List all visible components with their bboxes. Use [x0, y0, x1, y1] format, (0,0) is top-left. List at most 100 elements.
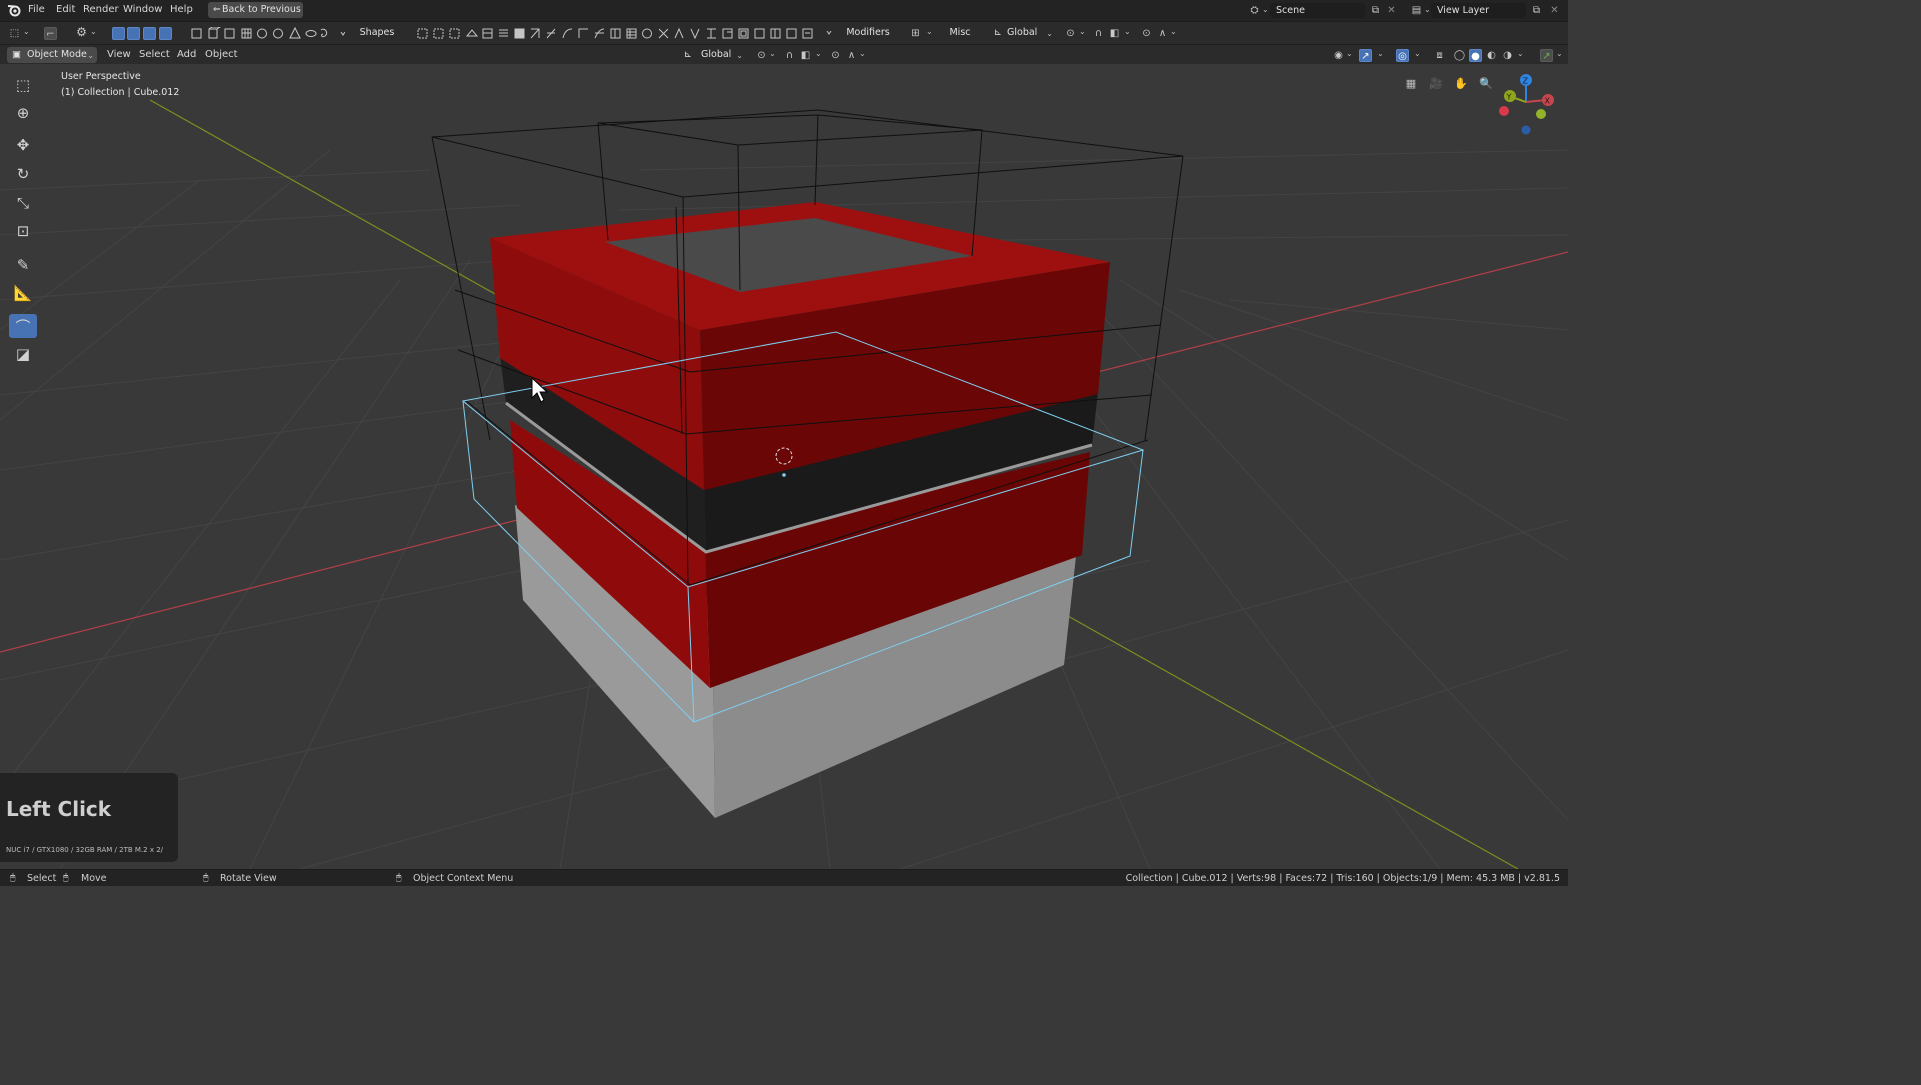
view-layer-label: View Layer [1437, 5, 1490, 16]
chevron-down-icon: ⌄ [859, 49, 866, 58]
cursor-tool[interactable]: ⊕ [9, 101, 37, 125]
viewport-menu-select[interactable]: Select [139, 49, 170, 60]
menu-render[interactable]: Render [83, 4, 119, 15]
new-view-layer-icon[interactable]: ⧉ [1530, 4, 1543, 17]
3d-viewport[interactable]: Z X Y User Perspective (1) Collection | … [0, 64, 1568, 869]
gear-icon[interactable]: ⚙ [75, 26, 88, 39]
select-box-tool[interactable]: ⬚ [9, 73, 37, 97]
view-layer-browse-icon[interactable]: ▤ [1410, 4, 1423, 17]
mouse-icon: 🖱 [63, 873, 69, 883]
keycast-specs: NUC i7 / GTX1080 / 32GB RAM / 2TB M.2 x … [6, 846, 164, 854]
view-layer-field[interactable]: View Layer [1431, 3, 1526, 18]
visibility-icon[interactable]: ◉ [1332, 49, 1345, 62]
scene-label: Scene [1276, 5, 1305, 16]
viewport-menu-add[interactable]: Add [177, 49, 196, 60]
viewport-orientation-label: Global [701, 49, 732, 60]
falloff-icon[interactable]: ∧ [845, 49, 858, 62]
gizmo-y-label: Y [1506, 93, 1512, 102]
viewport-orientation-dropdown[interactable]: ⊾ Global ⌄ [680, 47, 746, 63]
active-tool-icon[interactable]: ⌐ [44, 27, 57, 40]
gizmo-x-label: X [1545, 97, 1551, 106]
material-shading-icon[interactable]: ◐ [1485, 49, 1498, 62]
delete-view-layer-icon[interactable]: ✕ [1548, 4, 1561, 17]
move-tool[interactable]: ✥ [9, 133, 37, 157]
scene-browse-icon[interactable]: ⛭ [1248, 4, 1261, 17]
gizmo-toggle-icon[interactable]: ↗ [1359, 49, 1372, 62]
chevron-down-icon: ⌄ [90, 27, 97, 36]
select-mode-subtract-button[interactable] [143, 27, 156, 40]
orientation-icon: ⊾ [684, 49, 692, 60]
annotate-tool[interactable]: ✎ [9, 253, 37, 277]
tool-settings-bar: ⬚ ⌄ ⌐ ⚙ ⌄ Shapes Modifiers ⊞ ⌄ Misc ⊾ Gl… [0, 21, 1568, 44]
keycast-action: Left Click [6, 797, 112, 821]
xray-toggle-icon[interactable]: ⧈ [1433, 49, 1446, 62]
chevron-down-icon: ⌄ [1377, 49, 1384, 58]
chevron-down-icon: ⌄ [736, 51, 743, 60]
shear-tool[interactable]: ⌒ [9, 314, 37, 338]
editor-sidebar-icon[interactable]: ↗ [1540, 49, 1553, 62]
misc-button[interactable]: Misc [944, 25, 976, 41]
scale-icon: ⤡ [16, 194, 29, 212]
chevron-down-icon: ⌄ [815, 49, 822, 58]
back-icon: ⇐ [213, 5, 221, 15]
shapes-label: Shapes [359, 27, 395, 38]
select-mode-new-button[interactable] [112, 27, 125, 40]
chevron-down-icon: ⌄ [87, 51, 94, 60]
menu-file[interactable]: File [28, 4, 45, 15]
delete-scene-icon[interactable]: ✕ [1385, 4, 1398, 17]
modifiers-label: Modifiers [846, 27, 890, 38]
editor-type-icon[interactable]: ⬚ [8, 27, 21, 40]
transform-tool[interactable]: ⊡ [9, 219, 37, 243]
zoom-icon[interactable]: 🔍 [1476, 73, 1496, 93]
overlay-toggle-icon[interactable]: ◎ [1396, 49, 1409, 62]
viewport-menu-object[interactable]: Object [205, 49, 238, 60]
menu-help[interactable]: Help [170, 4, 193, 15]
rotate-tool[interactable]: ↻ [9, 162, 37, 186]
snap-target-icon[interactable]: ◧ [799, 49, 812, 62]
chevron-down-icon: ⌄ [1046, 29, 1053, 38]
modifiers-button[interactable]: Modifiers [842, 25, 894, 41]
transform-orientation-dropdown[interactable]: ⊾ Global ⌄ [990, 25, 1056, 41]
scene-name-field[interactable]: Scene [1270, 3, 1365, 18]
mode-label: Object Mode [27, 49, 87, 60]
grid-icon[interactable]: ▦ [1401, 73, 1421, 93]
select-mode-extend-button[interactable] [127, 27, 140, 40]
pivot-point-icon[interactable]: ⊙ [755, 49, 768, 62]
annotate-icon: ✎ [16, 256, 30, 274]
shapes-button[interactable]: Shapes [356, 25, 398, 41]
back-to-previous-button[interactable]: ⇐ Back to Previous [208, 2, 303, 18]
camera-icon[interactable]: 🎥 [1426, 73, 1446, 93]
measure-tool[interactable]: 📐 [9, 281, 37, 305]
blender-logo-icon[interactable] [7, 3, 21, 17]
object-mode-dropdown[interactable]: ▣ Object Mode ⌄ [7, 47, 97, 63]
chevron-down-icon: ⌄ [23, 27, 30, 36]
pivot-point-icon[interactable]: ⊙ [1064, 27, 1077, 40]
hand-icon[interactable]: ✋ [1451, 73, 1471, 93]
snap-settings-icon[interactable]: ⊞ [909, 27, 922, 40]
falloff-icon[interactable]: ∧ [1156, 27, 1169, 40]
viewport-menu-view[interactable]: View [107, 49, 131, 60]
menu-window[interactable]: Window [123, 4, 162, 15]
modeling-tool-icons [415, 26, 835, 41]
add-cube-tool[interactable]: ◪ [9, 342, 37, 366]
chevron-down-icon: ⌄ [1346, 49, 1353, 58]
snap-magnet-icon[interactable]: ∩ [1092, 27, 1105, 40]
status-bar: 🖱 Select 🖱 Move 🖱 Rotate View 🖱 Object C… [0, 869, 1568, 886]
menu-edit[interactable]: Edit [56, 4, 75, 15]
keycast-overlay: Left Click NUC i7 / GTX1080 / 32GB RAM /… [0, 773, 178, 862]
chevron-down-icon: ⌄ [1079, 27, 1086, 36]
new-scene-icon[interactable]: ⧉ [1369, 4, 1382, 17]
gizmo-z-label: Z [1523, 77, 1529, 86]
add-primitive-icons [190, 26, 346, 40]
rendered-shading-icon[interactable]: ◑ [1501, 49, 1514, 62]
wireframe-shading-icon[interactable]: ◯ [1453, 49, 1466, 62]
solid-shading-icon[interactable]: ● [1469, 49, 1482, 62]
select-mode-intersect-button[interactable] [159, 27, 172, 40]
orientation-label: Global [1007, 27, 1038, 38]
cursor-icon: ⊕ [16, 104, 30, 122]
proportional-edit-icon[interactable]: ⊙ [829, 49, 842, 62]
scale-tool[interactable]: ⤡ [9, 191, 37, 215]
proportional-edit-icon[interactable]: ⊙ [1140, 27, 1153, 40]
snap-target-icon[interactable]: ◧ [1108, 27, 1121, 40]
snap-magnet-icon[interactable]: ∩ [783, 49, 796, 62]
